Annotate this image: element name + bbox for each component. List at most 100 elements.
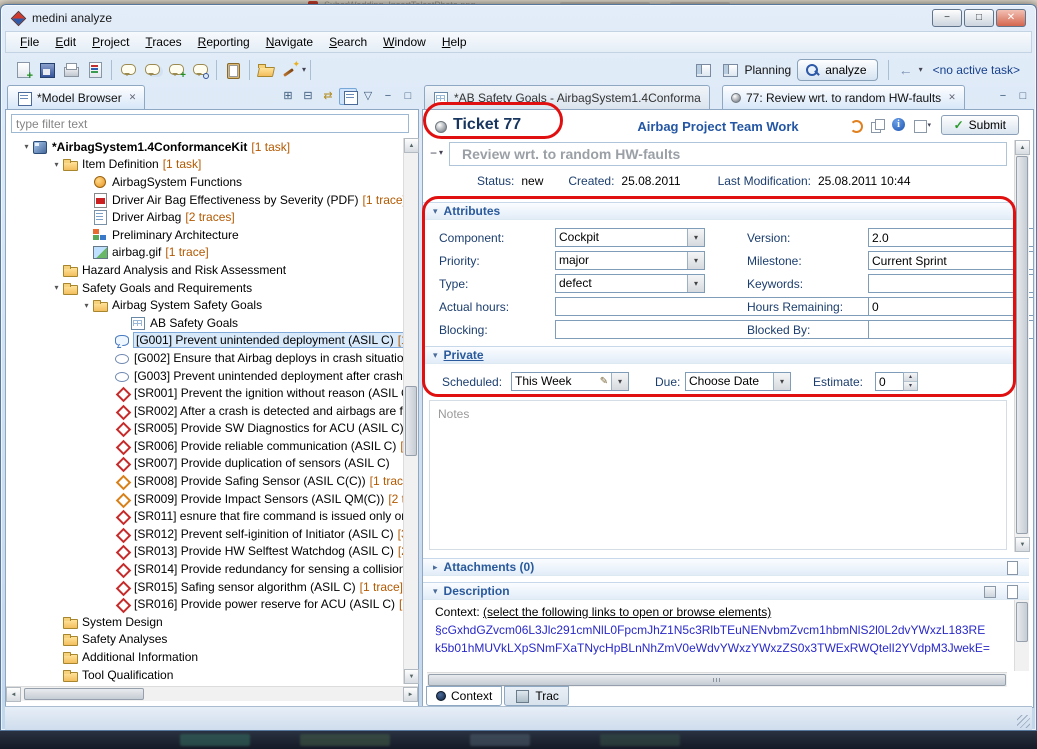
report-button[interactable]: [83, 58, 107, 82]
priority-select[interactable]: major▾: [555, 251, 705, 270]
tree-item[interactable]: [SR011] esnure that fire command is issu…: [7, 507, 404, 525]
tree-item[interactable]: [SR008] Provide Safing Sensor (ASIL C(C)…: [7, 472, 404, 490]
scrollbar-thumb[interactable]: [24, 688, 144, 700]
menu-edit[interactable]: Edit: [47, 33, 84, 51]
link-with-editor-button[interactable]: ⇄: [319, 88, 337, 105]
tab-ticket-77[interactable]: 77: Review wrt. to random HW-faults ✕: [722, 85, 965, 109]
info-icon[interactable]: [891, 117, 907, 133]
tab-trac[interactable]: Trac: [504, 686, 569, 706]
description-section-header[interactable]: ▾ Description: [423, 582, 1029, 600]
component-select[interactable]: Cockpit▾: [555, 228, 705, 247]
menu-navigate[interactable]: Navigate: [258, 33, 321, 51]
attachments-section-header[interactable]: ▸ Attachments (0): [423, 558, 1029, 576]
tree-item[interactable]: [SR009] Provide Impact Sensors (ASIL QM(…: [7, 490, 404, 508]
element-link[interactable]: §cGxhdGZvcm06L3Jlc291cmNlL0FpcmJhZ1N5c3R…: [435, 623, 997, 637]
menu-reporting[interactable]: Reporting: [190, 33, 258, 51]
editor-horizontal-scrollbar[interactable]: [427, 672, 1007, 687]
tree-item[interactable]: System Design: [7, 613, 404, 631]
description-field[interactable]: Context: (select the following links to …: [425, 600, 1007, 671]
minimize-view-button[interactable]: −: [379, 88, 397, 105]
comments-button[interactable]: [140, 58, 164, 82]
scroll-down-icon[interactable]: ▼: [1015, 537, 1030, 552]
minimize-editor-button[interactable]: −: [994, 88, 1012, 105]
tree-item[interactable]: [SR013] Provide HW Selftest Watchdog (AS…: [7, 543, 404, 561]
type-select[interactable]: defect▾: [555, 274, 705, 293]
spin-up-icon[interactable]: ▴: [904, 373, 917, 382]
spin-down-icon[interactable]: ▾: [904, 382, 917, 390]
menu-file[interactable]: File: [12, 33, 47, 51]
notes-field[interactable]: Notes: [429, 400, 1007, 550]
tree-item[interactable]: ▾Item Definition[1 task]: [7, 156, 404, 174]
menu-traces[interactable]: Traces: [137, 33, 189, 51]
tree-item[interactable]: [SR005] Provide SW Diagnostics for ACU (…: [7, 420, 404, 438]
tree-item[interactable]: Tool Qualification: [7, 666, 404, 684]
save-button[interactable]: [35, 58, 59, 82]
tab-ab-safety-goals[interactable]: *AB Safety Goals - AirbagSystem1.4Confor…: [424, 85, 710, 109]
tab-model-browser[interactable]: *Model Browser ✕: [7, 85, 145, 109]
editor-menu-icon[interactable]: [913, 117, 929, 133]
tree-item[interactable]: Safety Analyses: [7, 631, 404, 649]
tree-item[interactable]: [G002] Ensure that Airbag deploys in cra…: [7, 349, 404, 367]
filter-input[interactable]: [11, 114, 409, 133]
tree-item[interactable]: [SR012] Prevent self-iginition of Initia…: [7, 525, 404, 543]
scroll-left-icon[interactable]: ◄: [6, 687, 21, 702]
expand-all-button[interactable]: ⊞: [279, 88, 297, 105]
element-link[interactable]: k5b01hMUVkLXpSNmFXaTNycHpBLnNhZmV0eWdvYW…: [435, 641, 997, 655]
maximize-button[interactable]: □: [964, 9, 994, 27]
scroll-up-icon[interactable]: ▲: [1015, 140, 1030, 155]
form-vertical-scrollbar[interactable]: ▲ ▼: [1014, 140, 1029, 552]
tree-item[interactable]: [SR002] After a crash is detected and ai…: [7, 402, 404, 420]
dropdown-arrow-icon[interactable]: ▾: [773, 373, 790, 390]
attach-file-icon[interactable]: [1003, 559, 1019, 575]
due-date-select[interactable]: Choose Date ▾: [685, 372, 791, 391]
attributes-section-header[interactable]: ▾ Attributes: [423, 202, 1029, 220]
description-scrollbar[interactable]: [1014, 600, 1029, 671]
active-task-label[interactable]: <no active task>: [933, 63, 1020, 77]
tree-item[interactable]: airbag.gif[1 trace]: [7, 244, 404, 262]
tree-item[interactable]: Driver Air Bag Effectiveness by Severity…: [7, 191, 404, 209]
preview-icon[interactable]: [981, 583, 997, 599]
tree-item[interactable]: AB Safety Goals: [7, 314, 404, 332]
close-icon[interactable]: ✕: [129, 92, 137, 103]
table-view-toggle[interactable]: [339, 88, 357, 105]
scheduled-select[interactable]: This Week ✎ ▾: [511, 372, 629, 391]
tree-item[interactable]: [SR014] Provide redundancy for sensing a…: [7, 560, 404, 578]
expand-arrow-icon[interactable]: ▾: [81, 301, 92, 310]
tree-item[interactable]: ▾Airbag System Safety Goals: [7, 296, 404, 314]
toolbar-dropdown-icon[interactable]: ▾: [302, 65, 306, 74]
estimate-field[interactable]: [875, 372, 903, 391]
menu-help[interactable]: Help: [434, 33, 475, 51]
tree-item[interactable]: [SR007] Provide duplication of sensors (…: [7, 455, 404, 473]
hours-remaining-field[interactable]: [868, 297, 1034, 316]
dropdown-arrow-icon[interactable]: ▾: [687, 229, 704, 246]
scrollbar-thumb[interactable]: [1016, 602, 1028, 642]
find-comment-button[interactable]: [188, 58, 212, 82]
tree-vertical-scrollbar[interactable]: ▲ ▼: [403, 138, 418, 684]
estimate-spinner[interactable]: ▴ ▾: [875, 372, 918, 391]
maximize-view-button[interactable]: □: [399, 88, 417, 105]
synchronize-icon[interactable]: [847, 117, 863, 133]
open-perspective-button[interactable]: [691, 58, 715, 82]
tree-item-selected[interactable]: [G001] Prevent unintended deployment (AS…: [7, 332, 404, 350]
menu-project[interactable]: Project: [84, 33, 137, 51]
private-section-header[interactable]: ▾ Private: [423, 346, 1029, 364]
tree-horizontal-scrollbar[interactable]: ◄ ►: [6, 686, 418, 701]
collapse-icon[interactable]: −: [430, 146, 437, 160]
tree-item[interactable]: [SR015] Safing sensor algorithm (ASIL C)…: [7, 578, 404, 596]
dropdown-arrow-icon[interactable]: ▾: [611, 373, 628, 390]
planning-perspective-label[interactable]: Planning: [745, 63, 792, 77]
scrollbar-thumb[interactable]: [1016, 156, 1028, 534]
back-history-dropdown-icon[interactable]: ▾: [919, 65, 923, 74]
tree-item[interactable]: Hazard Analysis and Risk Assessment: [7, 261, 404, 279]
menu-search[interactable]: Search: [321, 33, 375, 51]
new-comment-button[interactable]: [116, 58, 140, 82]
tree-item[interactable]: Preliminary Architecture: [7, 226, 404, 244]
collapse-all-button[interactable]: ⊟: [299, 88, 317, 105]
clipboard-button[interactable]: [221, 58, 245, 82]
open-in-editor-icon[interactable]: [1003, 583, 1019, 599]
milestone-field[interactable]: [868, 251, 1034, 270]
tree-item[interactable]: ▾Safety Goals and Requirements: [7, 279, 404, 297]
tree-item[interactable]: [G003] Prevent unintended deployment aft…: [7, 367, 404, 385]
scrollbar-thumb[interactable]: [405, 386, 417, 456]
tree-item[interactable]: [SR006] Provide reliable communication (…: [7, 437, 404, 455]
